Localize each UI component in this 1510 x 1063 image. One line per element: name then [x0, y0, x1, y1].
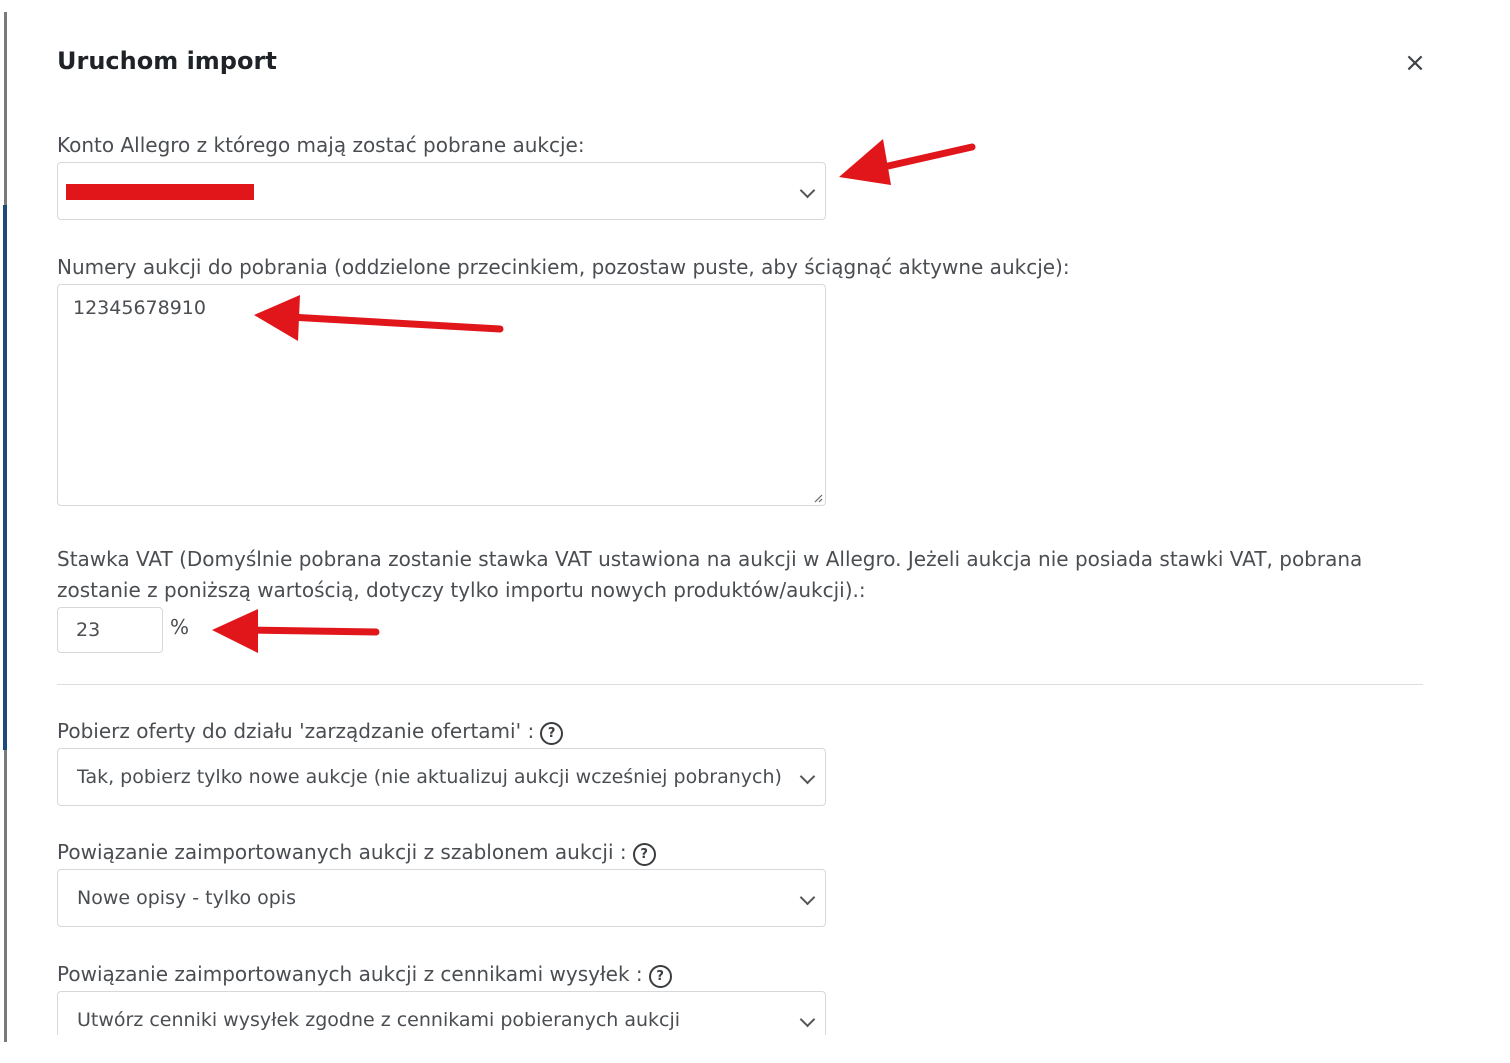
- vat-input[interactable]: 23: [57, 607, 163, 653]
- shipping-select[interactable]: Utwórz cenniki wysyłek zgodne z cennikam…: [57, 991, 826, 1035]
- template-label-text: Powiązanie zaimportowanych aukcji z szab…: [57, 840, 627, 864]
- template-label: Powiązanie zaimportowanych aukcji z szab…: [57, 837, 656, 868]
- offers-label-text: Pobierz oferty do działu 'zarządzanie of…: [57, 719, 535, 743]
- shipping-label: Powiązanie zaimportowanych aukcji z cenn…: [57, 959, 672, 990]
- help-icon[interactable]: ?: [540, 722, 564, 745]
- divider: [57, 684, 1423, 685]
- annotation-arrow-icon: [212, 609, 380, 653]
- chevron-down-icon: [799, 1011, 816, 1028]
- auction-numbers-value: 12345678910: [73, 297, 206, 319]
- offers-select[interactable]: Tak, pobierz tylko nowe aukcje (nie aktu…: [57, 748, 826, 806]
- modal-title: Uruchom import: [57, 47, 277, 75]
- window-edge-accent: [3, 205, 7, 750]
- redaction-mark: [66, 184, 254, 200]
- offers-label: Pobierz oferty do działu 'zarządzanie of…: [57, 716, 564, 747]
- account-select[interactable]: [57, 162, 826, 220]
- vat-value: 23: [76, 619, 101, 641]
- shipping-select-value: Utwórz cenniki wysyłek zgodne z cennikam…: [77, 1009, 681, 1031]
- annotation-arrow-icon: [839, 139, 976, 185]
- vat-label-line1: Stawka VAT (Domyślnie pobrana zostanie s…: [57, 547, 1363, 571]
- help-icon[interactable]: ?: [648, 965, 672, 988]
- chevron-down-icon: [799, 889, 816, 906]
- auction-numbers-label: Numery aukcji do pobrania (oddzielone pr…: [57, 255, 1070, 279]
- annotation-arrow-icon: [254, 295, 504, 341]
- vat-label-line2: zostanie z poniższą wartością, dotyczy t…: [57, 578, 866, 602]
- close-icon[interactable]: ×: [1402, 48, 1428, 78]
- chevron-down-icon: [799, 768, 816, 785]
- help-icon[interactable]: ?: [632, 843, 656, 866]
- resize-grip-icon[interactable]: [813, 493, 823, 503]
- import-modal: Uruchom import × Konto Allegro z którego…: [0, 0, 1510, 1063]
- offers-select-value: Tak, pobierz tylko nowe aukcje (nie aktu…: [77, 766, 782, 788]
- chevron-down-icon: [799, 182, 816, 199]
- template-select-value: Nowe opisy - tylko opis: [77, 887, 296, 909]
- shipping-label-text: Powiązanie zaimportowanych aukcji z cenn…: [57, 962, 643, 986]
- account-label: Konto Allegro z którego mają zostać pobr…: [57, 133, 585, 157]
- vat-unit: %: [170, 615, 190, 639]
- template-select[interactable]: Nowe opisy - tylko opis: [57, 869, 826, 927]
